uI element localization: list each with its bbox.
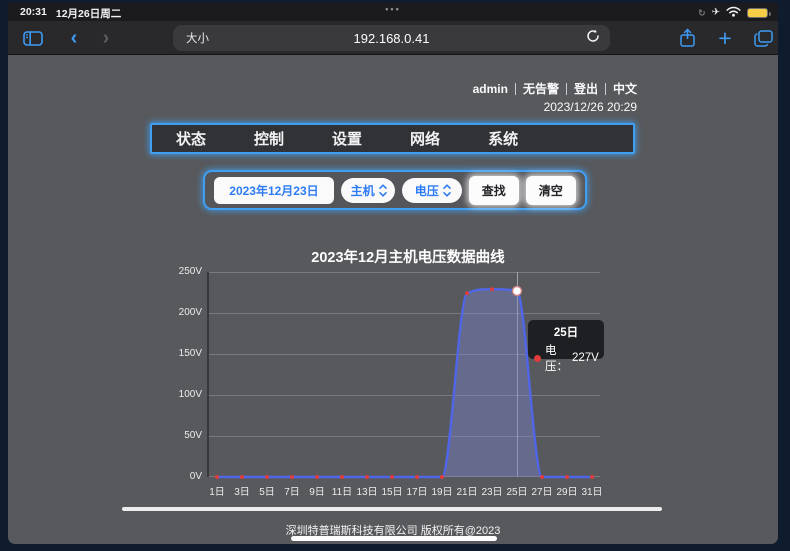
status-bar: 20:31 12月26日周二 ••• ↻ ✈: [8, 3, 778, 21]
data-point: [390, 475, 394, 479]
scroll-indicator-bar[interactable]: [122, 507, 662, 511]
cursor-handle-dots: •••: [385, 4, 400, 14]
x-axis-label: 19日: [428, 483, 456, 498]
nav-item-status[interactable]: 状态: [176, 128, 206, 149]
host-select-value: 主机: [351, 182, 375, 199]
nav-item-control[interactable]: 控制: [254, 128, 284, 149]
date-label: 12月26日周二: [56, 6, 121, 21]
battery-icon: [747, 8, 768, 18]
rotation-lock-icon: ↻: [698, 8, 706, 18]
new-tab-button[interactable]: +: [712, 21, 738, 55]
web-page: admin 无告警 登出 中文 2023/12/26 20:29 状态 控制 设…: [8, 55, 778, 543]
x-axis-label: 13日: [353, 483, 381, 498]
y-axis-label: 150V: [162, 348, 202, 359]
tooltip-label: 电压：: [545, 342, 568, 374]
alarm-status-link[interactable]: 无告警: [516, 83, 567, 95]
x-axis-label: 11日: [328, 483, 356, 498]
x-axis-label: 27日: [528, 483, 556, 498]
clear-button[interactable]: 清空: [526, 176, 576, 205]
chart-canvas: [209, 272, 602, 477]
data-point: [540, 475, 544, 479]
select-stepper-icon: [379, 184, 387, 197]
data-point: [240, 475, 244, 479]
ipad-screen: 20:31 12月26日周二 ••• ↻ ✈: [8, 3, 778, 544]
date-picker-button[interactable]: 2023年12月23日: [214, 177, 333, 204]
x-axis-label: 9日: [303, 483, 331, 498]
data-point: [415, 475, 419, 479]
data-point: [340, 475, 344, 479]
y-axis-label: 50V: [162, 430, 202, 441]
data-point: [590, 475, 594, 479]
forward-button[interactable]: ›: [94, 21, 118, 55]
search-button[interactable]: 查找: [469, 176, 519, 205]
nav-item-system[interactable]: 系统: [488, 128, 518, 149]
data-point: [565, 475, 569, 479]
x-axis-label: 17日: [403, 483, 431, 498]
host-select[interactable]: 主机: [341, 178, 395, 203]
metric-select[interactable]: 电压: [402, 178, 462, 203]
chart-title: 2023年12月主机电压数据曲线: [128, 246, 688, 267]
x-axis-label: 1日: [203, 483, 231, 498]
url-text: 192.168.0.41: [173, 31, 610, 46]
highlighted-data-point: [513, 286, 522, 295]
x-axis-label: 23日: [478, 483, 506, 498]
logout-link[interactable]: 登出: [567, 83, 606, 95]
tooltip-value: 227V: [572, 352, 599, 364]
data-point: [265, 475, 269, 479]
x-axis-label: 15日: [378, 483, 406, 498]
metric-select-value: 电压: [415, 182, 439, 199]
chart-tooltip: 25日 电压： 227V: [528, 320, 604, 359]
data-point: [315, 475, 319, 479]
filter-panel: 2023年12月23日 主机 电压 查找 清空: [203, 170, 587, 210]
wifi-icon: [726, 6, 741, 20]
url-field[interactable]: 大小 192.168.0.41: [173, 25, 610, 51]
home-indicator[interactable]: [291, 536, 497, 541]
y-axis-label: 0V: [162, 471, 202, 482]
series-line: [217, 289, 592, 477]
tooltip-title: 25日: [534, 324, 598, 340]
user-menu: admin 无告警 登出 中文: [466, 83, 637, 95]
back-button[interactable]: ‹: [62, 21, 86, 55]
nav-item-network[interactable]: 网络: [410, 128, 440, 149]
share-button[interactable]: [674, 21, 700, 55]
data-point: [490, 287, 494, 291]
clock-label: 20:31: [20, 6, 47, 21]
y-axis-label: 200V: [162, 307, 202, 318]
main-nav: 状态 控制 设置 网络 系统: [150, 123, 635, 154]
x-axis-label: 5日: [253, 483, 281, 498]
datetime-label: 2023/12/26 20:29: [544, 100, 637, 114]
x-axis-label: 3日: [228, 483, 256, 498]
reload-button[interactable]: [586, 29, 600, 48]
x-axis-label: 21日: [453, 483, 481, 498]
data-point: [290, 475, 294, 479]
tooltip-series-dot: [534, 355, 541, 362]
x-axis-label: 25日: [503, 483, 531, 498]
tabs-button[interactable]: [750, 21, 776, 55]
nav-item-settings[interactable]: 设置: [332, 128, 362, 149]
data-point: [440, 475, 444, 479]
language-link[interactable]: 中文: [606, 83, 637, 95]
y-axis-label: 100V: [162, 389, 202, 400]
username-label: admin: [466, 83, 516, 95]
y-axis-label: 250V: [162, 266, 202, 277]
data-point: [215, 475, 219, 479]
x-axis-label: 7日: [278, 483, 306, 498]
data-point: [465, 291, 469, 295]
voltage-chart[interactable]: 0V50V100V150V200V250V 1日3日5日7日9日11日13日15…: [207, 272, 600, 477]
select-stepper-icon: [443, 184, 451, 197]
sidebar-toggle-button[interactable]: [20, 21, 46, 55]
data-point: [365, 475, 369, 479]
x-axis-label: 29日: [553, 483, 581, 498]
airplane-mode-icon: ✈: [712, 8, 720, 18]
text-size-button[interactable]: 大小: [186, 30, 209, 46]
x-axis-label: 31日: [578, 483, 606, 498]
browser-toolbar: ‹ › 大小 192.168.0.41 +: [8, 21, 778, 55]
